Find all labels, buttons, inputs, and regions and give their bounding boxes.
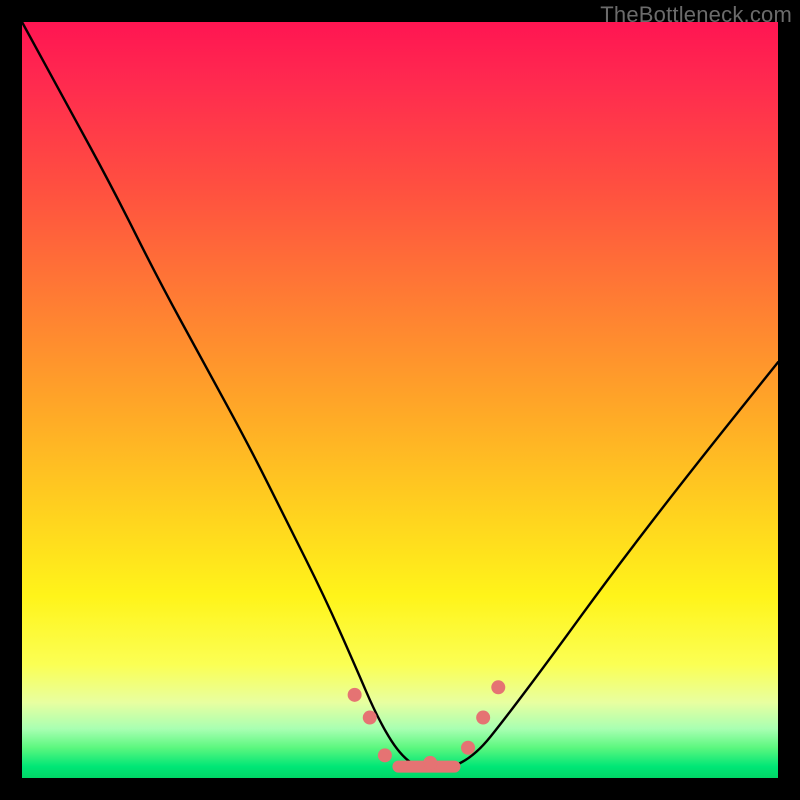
marker-dot-3 — [423, 756, 437, 770]
curve-layer — [22, 22, 778, 778]
curve-path — [22, 22, 778, 770]
watermark-text: TheBottleneck.com — [600, 2, 792, 28]
bottom-markers — [348, 680, 506, 772]
marker-dot-0 — [348, 688, 362, 702]
marker-dot-1 — [363, 711, 377, 725]
marker-dot-5 — [476, 711, 490, 725]
chart-frame: TheBottleneck.com — [0, 0, 800, 800]
marker-dot-2 — [378, 748, 392, 762]
marker-dot-6 — [491, 680, 505, 694]
bottleneck-curve — [22, 22, 778, 770]
marker-dot-4 — [461, 741, 475, 755]
